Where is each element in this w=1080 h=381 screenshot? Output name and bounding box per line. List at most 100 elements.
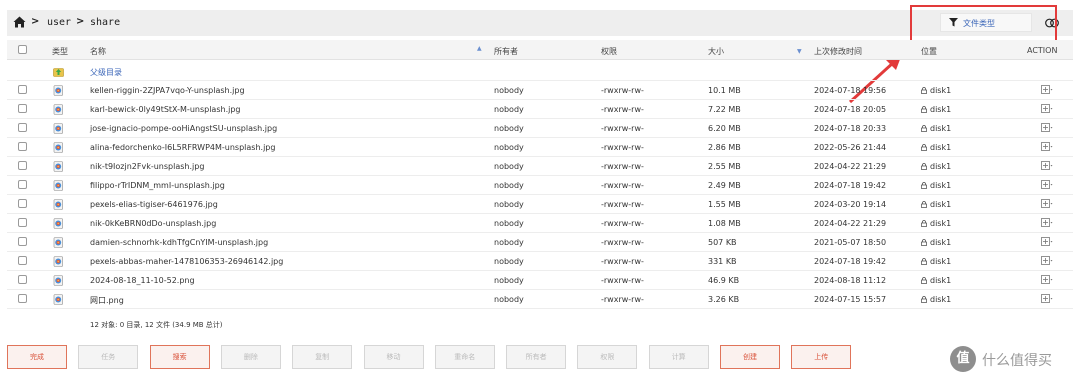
column-header-modified[interactable]: 上次修改时间	[814, 46, 862, 57]
row-checkbox[interactable]	[18, 199, 27, 208]
file-name[interactable]: filippo-rTrIDNM_mmI-unsplash.jpg	[90, 181, 225, 190]
row-checkbox[interactable]	[18, 218, 27, 227]
highlight-box	[910, 5, 1057, 42]
table-row[interactable]: 2024-08-18_11-10-52.png nobody -rwxrw-rw- 4…	[7, 271, 1073, 290]
file-name[interactable]: 网口.png	[90, 295, 124, 306]
file-location: disk1	[921, 86, 951, 95]
column-header-size[interactable]: 大小	[708, 46, 724, 57]
column-header-type[interactable]: 类型	[52, 46, 68, 57]
table-row[interactable]: damien-schnorhk-kdhTfgCnYIM-unsplash.jpg…	[7, 233, 1073, 252]
file-permissions: -rwxrw-rw-	[601, 124, 644, 133]
file-location-label: disk1	[930, 105, 952, 114]
column-header-owner[interactable]: 所有者	[494, 46, 518, 57]
table-row[interactable]: karl-bewick-0ly49tStX-M-unsplash.jpg nobo…	[7, 100, 1073, 119]
file-size: 10.1 MB	[708, 86, 741, 95]
file-name[interactable]: nik-t9Iozjn2Fvk-unsplash.jpg	[90, 162, 204, 171]
lock-icon	[921, 144, 927, 151]
file-permissions: -rwxrw-rw-	[601, 257, 644, 266]
file-owner: nobody	[494, 105, 524, 114]
table-row[interactable]: nik-0kKeBRN0dDo-unsplash.jpg nobody -rwxrw…	[7, 214, 1073, 233]
column-header-location[interactable]: 位置	[921, 46, 937, 57]
action-button-7[interactable]: 重命名	[434, 345, 495, 369]
file-owner: nobody	[494, 162, 524, 171]
action-button-6[interactable]: 移动	[363, 345, 424, 369]
home-icon[interactable]	[13, 16, 26, 28]
row-action-menu-icon[interactable]	[1041, 104, 1053, 114]
row-action-menu-icon[interactable]	[1041, 294, 1053, 304]
image-file-icon	[53, 180, 64, 191]
file-permissions: -rwxrw-rw-	[601, 86, 644, 95]
row-checkbox[interactable]	[18, 142, 27, 151]
parent-dir-link[interactable]: 父级目录	[90, 67, 122, 78]
row-checkbox[interactable]	[18, 256, 27, 265]
row-action-menu-icon[interactable]	[1041, 237, 1053, 247]
row-checkbox[interactable]	[18, 237, 27, 246]
row-action-menu-icon[interactable]	[1041, 142, 1053, 152]
breadcrumb-item-share[interactable]: share	[90, 17, 120, 28]
file-name[interactable]: pexels-abbas-maher-1478106353-26946142.j…	[90, 257, 283, 266]
breadcrumb-item-user[interactable]: user	[47, 17, 71, 28]
file-location: disk1	[921, 276, 951, 285]
row-action-menu-icon[interactable]	[1041, 85, 1053, 95]
row-checkbox[interactable]	[18, 123, 27, 132]
row-action-menu-icon[interactable]	[1041, 123, 1053, 133]
file-name[interactable]: damien-schnorhk-kdhTfgCnYIM-unsplash.jpg	[90, 238, 268, 247]
breadcrumb-separator: >	[31, 16, 40, 27]
file-name[interactable]: alina-fedorchenko-I6L5RFRWP4M-unsplash.j…	[90, 143, 275, 152]
action-button-8[interactable]: 所有者	[506, 345, 567, 369]
lock-icon	[921, 106, 927, 113]
file-modified: 2021-05-07 18:50	[814, 238, 887, 247]
action-button-3[interactable]: 搜索	[149, 345, 210, 369]
file-name[interactable]: nik-0kKeBRN0dDo-unsplash.jpg	[90, 219, 216, 228]
table-row[interactable]: 网口.png nobody -rwxrw-rw- 3.26 KB 2024-07-15 …	[7, 290, 1073, 309]
row-checkbox[interactable]	[18, 180, 27, 189]
table-row[interactable]: nik-t9Iozjn2Fvk-unsplash.jpg nobody -rwxrw…	[7, 157, 1073, 176]
table-header: 类型 名称 ▲ 所有者 权限 大小 ▼ 上次修改时间 位置 ACTION	[7, 40, 1073, 60]
file-name[interactable]: kellen-riggin-2ZJPA7vqo-Y-unsplash.jpg	[90, 86, 245, 95]
row-checkbox[interactable]	[18, 294, 27, 303]
table-row[interactable]: kellen-riggin-2ZJPA7vqo-Y-unsplash.jpg no…	[7, 81, 1073, 100]
file-name[interactable]: pexels-elias-tigiser-6461976.jpg	[90, 200, 218, 209]
row-action-menu-icon[interactable]	[1041, 256, 1053, 266]
action-button-10[interactable]: 计算	[648, 345, 709, 369]
file-location: disk1	[921, 181, 951, 190]
action-button-1[interactable]: 完成	[7, 345, 67, 369]
file-name[interactable]: jose-ignacio-pompe-ooHiAngstSU-unsplash.…	[90, 124, 277, 133]
image-file-icon	[53, 199, 64, 210]
watermark-badge: 值	[950, 346, 976, 372]
row-checkbox[interactable]	[18, 85, 27, 94]
column-header-name[interactable]: 名称	[90, 46, 106, 57]
row-action-menu-icon[interactable]	[1041, 199, 1053, 209]
row-checkbox[interactable]	[18, 161, 27, 170]
lock-icon	[921, 277, 927, 284]
table-row[interactable]: filippo-rTrIDNM_mmI-unsplash.jpg nobody -r…	[7, 176, 1073, 195]
row-checkbox[interactable]	[18, 275, 27, 284]
action-button-9[interactable]: 权限	[577, 345, 638, 369]
action-button-11[interactable]: 创建	[720, 345, 780, 369]
column-header-permissions[interactable]: 权限	[601, 46, 617, 57]
file-owner: nobody	[494, 238, 524, 247]
action-button-5[interactable]: 复制	[292, 345, 353, 369]
row-checkbox[interactable]	[18, 104, 27, 113]
action-button-12[interactable]: 上传	[791, 345, 852, 369]
lock-icon	[921, 125, 927, 132]
row-action-menu-icon[interactable]	[1041, 161, 1053, 171]
row-action-menu-icon[interactable]	[1041, 275, 1053, 285]
row-action-menu-icon[interactable]	[1041, 218, 1053, 228]
file-location: disk1	[921, 238, 951, 247]
select-all-checkbox[interactable]	[18, 45, 27, 54]
table-row[interactable]: pexels-elias-tigiser-6461976.jpg nobody -r…	[7, 195, 1073, 214]
parent-dir-row[interactable]: 父级目录	[7, 62, 1073, 81]
image-file-icon	[53, 104, 64, 115]
file-location: disk1	[921, 295, 951, 304]
file-name[interactable]: 2024-08-18_11-10-52.png	[90, 276, 195, 285]
file-location: disk1	[921, 257, 951, 266]
file-size: 2.49 MB	[708, 181, 741, 190]
table-row[interactable]: alina-fedorchenko-I6L5RFRWP4M-unsplash.j…	[7, 138, 1073, 157]
table-row[interactable]: pexels-abbas-maher-1478106353-26946142.j…	[7, 252, 1073, 271]
table-row[interactable]: jose-ignacio-pompe-ooHiAngstSU-unsplash.…	[7, 119, 1073, 138]
action-button-4[interactable]: 删除	[220, 345, 281, 369]
file-name[interactable]: karl-bewick-0ly49tStX-M-unsplash.jpg	[90, 105, 240, 114]
action-button-2[interactable]: 任务	[78, 345, 139, 369]
row-action-menu-icon[interactable]	[1041, 180, 1053, 190]
